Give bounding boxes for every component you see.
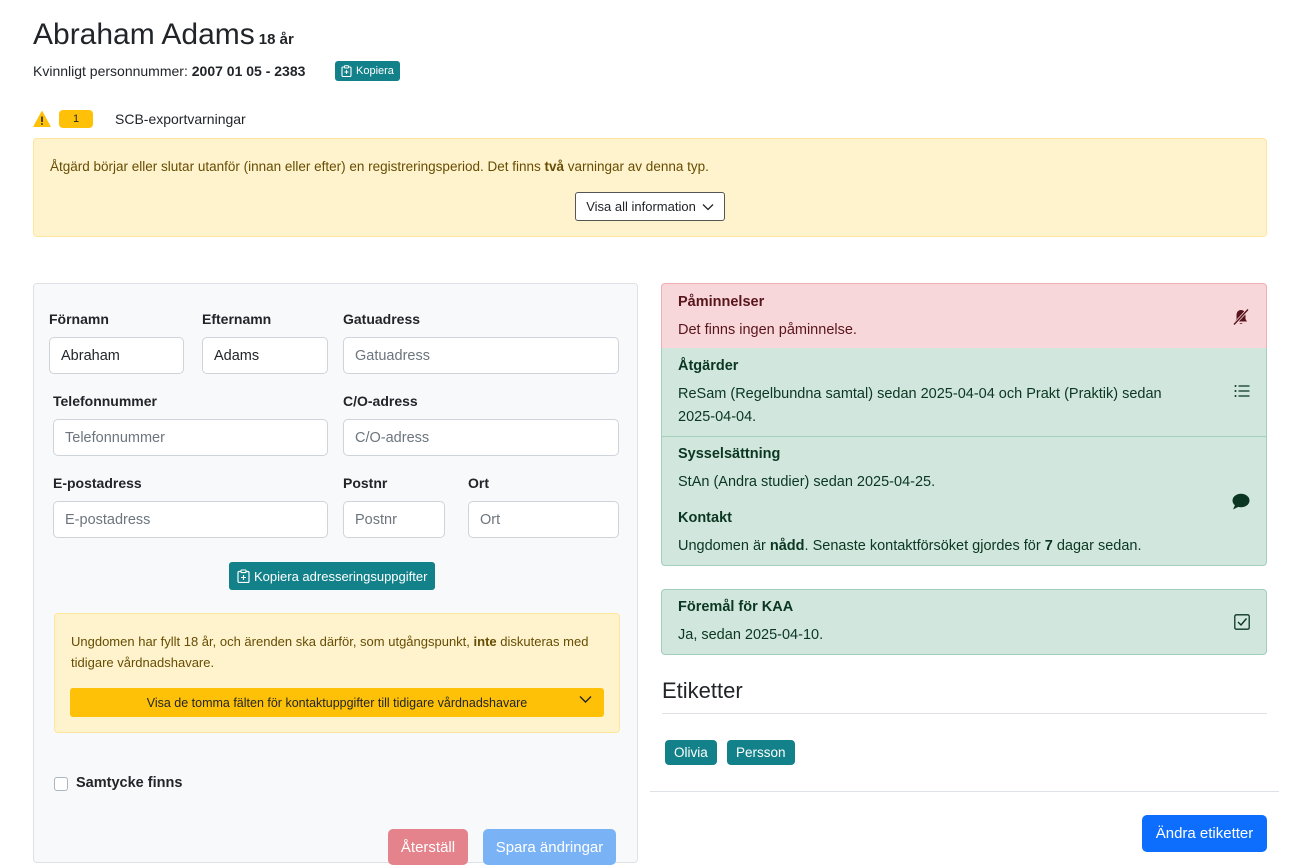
gatuadress-label: Gatuadress <box>343 311 421 327</box>
employment-text: StAn (Andra studier) sedan 2025-04-25. <box>678 474 936 490</box>
employment-contact-card: Sysselsättning StAn (Andra studier) seda… <box>661 436 1267 566</box>
efternamn-input[interactable] <box>202 337 328 374</box>
consent-label: Samtycke finns <box>76 775 183 791</box>
kaa-text: Ja, sedan 2025-04-10. <box>678 627 824 643</box>
warning-count-badge: 1 <box>59 110 93 128</box>
show-all-info-label: Visa all information <box>586 199 696 214</box>
edit-tags-button[interactable]: Ändra etiketter <box>1142 815 1267 852</box>
copy-pnr-label: Kopiera <box>356 65 394 77</box>
postnr-input[interactable] <box>343 501 445 538</box>
show-all-info-button[interactable]: Visa all information <box>575 192 725 221</box>
person-age: 18 år <box>258 31 294 48</box>
consent-checkbox[interactable] <box>54 777 68 791</box>
scb-warning-text: Åtgärd börjar eller slutar utanför (inna… <box>50 159 709 174</box>
contact-form-panel: Förnamn Efternamn Gatuadress Telefonnumm… <box>33 283 638 865</box>
reminders-title: Påminnelser <box>678 294 765 310</box>
telefon-label: Telefonnummer <box>53 393 157 409</box>
clipboard-icon <box>237 569 250 583</box>
save-button[interactable]: Spara ändringar <box>483 829 616 865</box>
guardian-alert: Ungdomen har fyllt 18 år, och ärenden sk… <box>54 613 620 733</box>
clipboard-icon <box>341 65 352 77</box>
copy-address-button[interactable]: Kopiera adresseringsuppgifter <box>229 562 436 590</box>
page-title: Abraham Adams 18 år <box>33 18 294 52</box>
contact-text: Ungdomen är nådd. Senaste kontaktförsöke… <box>678 538 1142 554</box>
show-guardian-fields-button[interactable]: Visa de tomma fälten för kontaktuppgifte… <box>70 688 604 717</box>
tags-divider <box>662 713 1267 714</box>
efternamn-label: Efternamn <box>202 311 272 327</box>
kaa-title: Föremål för KAA <box>678 599 794 615</box>
list-icon[interactable] <box>1234 384 1250 398</box>
gatuadress-input[interactable] <box>343 337 619 374</box>
fornamn-input[interactable] <box>49 337 184 374</box>
warning-label: SCB-exportvarningar <box>115 111 246 127</box>
employment-title: Sysselsättning <box>678 446 781 462</box>
fornamn-label: Förnamn <box>49 311 109 327</box>
scb-warning-alert: Åtgärd börjar eller slutar utanför (inna… <box>33 138 1267 237</box>
chat-icon[interactable] <box>1232 493 1250 510</box>
copy-pnr-button[interactable]: Kopiera <box>335 61 400 81</box>
reminders-card: Påminnelser Det finns ingen påminnelse. <box>661 283 1267 349</box>
contact-title: Kontakt <box>678 510 732 526</box>
tag-olivia: Olivia <box>665 740 717 765</box>
chevron-down-icon <box>579 696 592 703</box>
reminders-text: Det finns ingen påminnelse. <box>678 322 857 338</box>
ort-input[interactable] <box>468 501 619 538</box>
pnr-label: Kvinnligt personnummer: <box>33 63 188 79</box>
person-name: Abraham Adams <box>33 18 255 51</box>
bell-slash-icon[interactable] <box>1232 308 1250 326</box>
epost-label: E-postadress <box>53 475 142 491</box>
telefon-input[interactable] <box>53 419 328 456</box>
scb-warnings-row: 1 SCB-exportvarningar <box>33 110 246 128</box>
co-label: C/O-adress <box>343 393 418 409</box>
copy-address-label: Kopiera adresseringsuppgifter <box>254 568 428 584</box>
ort-label: Ort <box>468 475 489 491</box>
warning-triangle-icon <box>33 111 51 127</box>
reset-button[interactable]: Återställ <box>388 829 468 865</box>
actions-text: ReSam (Regelbundna samtal) sedan 2025-04… <box>678 386 1162 425</box>
guardian-alert-text: Ungdomen har fyllt 18 år, och ärenden sk… <box>71 634 589 670</box>
co-input[interactable] <box>343 419 619 456</box>
chevron-down-icon <box>702 203 714 210</box>
personnummer-line: Kvinnligt personnummer: 2007 01 05 - 238… <box>33 63 305 79</box>
check-square-icon[interactable] <box>1234 614 1250 630</box>
pnr-value: 2007 01 05 - 2383 <box>191 63 306 79</box>
kaa-card: Föremål för KAA Ja, sedan 2025-04-10. <box>661 589 1267 655</box>
epost-input[interactable] <box>53 501 328 538</box>
show-guardian-fields-label: Visa de tomma fälten för kontaktuppgifte… <box>146 695 528 710</box>
actions-card: Åtgärder ReSam (Regelbundna samtal) seda… <box>661 348 1267 437</box>
postnr-label: Postnr <box>343 475 388 491</box>
tags-heading: Etiketter <box>662 678 743 703</box>
tag-persson: Persson <box>727 740 795 765</box>
actions-title: Åtgärder <box>678 358 739 374</box>
footer-divider <box>650 791 1279 792</box>
